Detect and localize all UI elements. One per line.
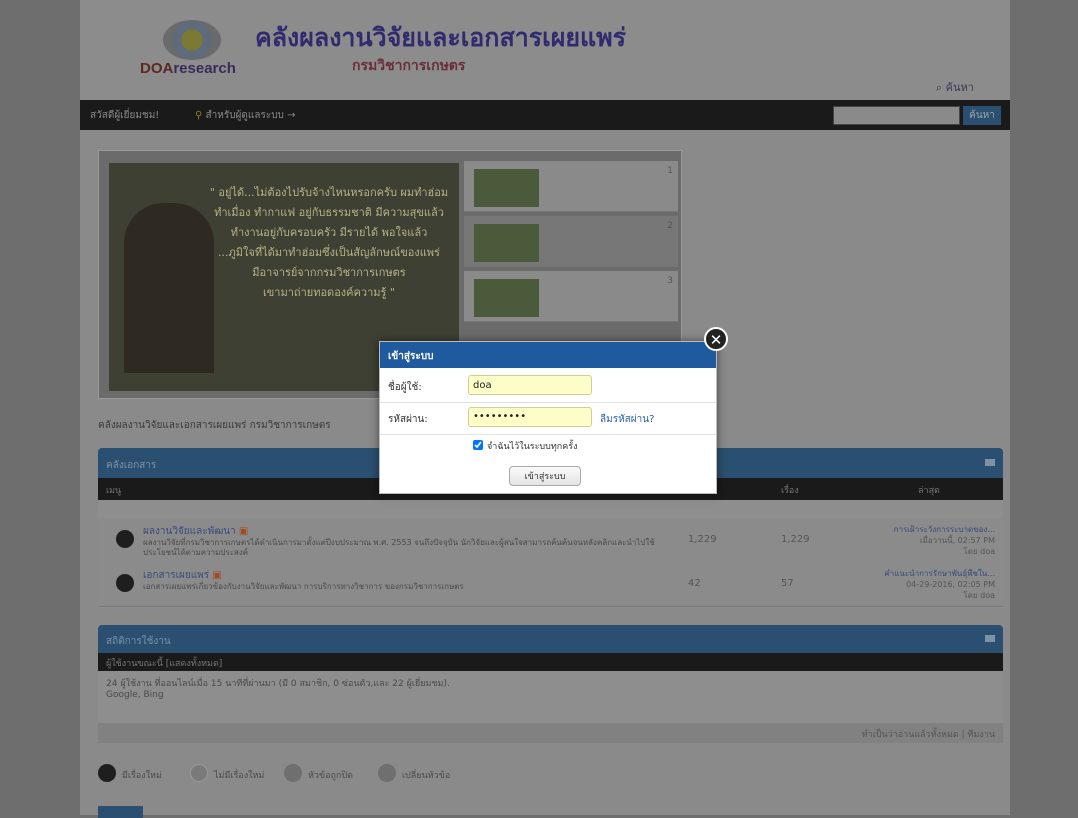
last-post-author[interactable]: โดย doa bbox=[894, 546, 995, 557]
last-post: การเฝ้าระวังการระบาดของ... เมื่อวานนี้, … bbox=[894, 524, 995, 557]
password-label: รหัสผ่าน: bbox=[388, 414, 428, 425]
online-title-bar: ผู้ใช้งานขณะนี้ [แสดงทั้งหมด] bbox=[98, 653, 1003, 671]
search-icon: ⌕ bbox=[936, 81, 946, 94]
thumb-number: 2 bbox=[667, 221, 673, 231]
category-row: เอกสารเผยแพร่ ▣ เอกสารเผยแพร่เกี่ยวข้องก… bbox=[98, 562, 1003, 607]
rss-icon[interactable]: ▣ bbox=[212, 570, 221, 581]
category-title[interactable]: ผลงานวิจัยและพัฒนา ▣ bbox=[143, 524, 248, 539]
logo-text-suffix: research bbox=[173, 60, 236, 77]
thumb-image bbox=[474, 169, 539, 207]
online-count: 24 ผู้ใช้งาน ที่ออนไลน์เมื่อ 15 นาทีที่ผ… bbox=[106, 679, 450, 689]
thumb-number: 3 bbox=[667, 276, 673, 286]
online-bots: Google, Bing bbox=[106, 690, 164, 700]
key-icon: ⚲ bbox=[195, 110, 206, 121]
thumb-image bbox=[474, 224, 539, 262]
farmer-photo bbox=[124, 203, 214, 373]
slide-quote-line: ...ภูมิใจที่ได้มาทำฮ่อมซึ่งเป็นสัญลักษณ์… bbox=[218, 246, 440, 259]
username-row: ชื่อผู้ใช้: bbox=[380, 370, 716, 403]
slide-quote-line: ทำงานอยู่กับครอบครัว มีรายได้ พอใจแล้ว bbox=[230, 226, 428, 239]
category-title-text: ผลงานวิจัยและพัฒนา bbox=[143, 526, 236, 537]
legend-label: หัวข้อถูกปิด bbox=[308, 771, 353, 781]
site-banner: DOAresearch คลังผลงานวิจัยและเอกสารเผยแพ… bbox=[80, 0, 1010, 100]
password-row: รหัสผ่าน: ••••••••• ลืมรหัสผ่าน? bbox=[380, 402, 716, 435]
post-count: 1,229 bbox=[781, 534, 810, 545]
nav-search-input[interactable] bbox=[833, 106, 960, 125]
last-post-date: เมื่อวานนี้, 02:57 PM bbox=[919, 536, 995, 545]
locked-icon bbox=[284, 764, 302, 782]
legend-label: มีเรื่องใหม่ bbox=[122, 771, 162, 781]
last-post-title[interactable]: คำแนะนำการรักษาพันธุ์พืชใน... bbox=[884, 568, 995, 579]
category-title[interactable]: เอกสารเผยแพร่ ▣ bbox=[143, 568, 222, 583]
logo-text-prefix: DOA bbox=[140, 60, 174, 77]
last-post-author[interactable]: โดย doa bbox=[884, 590, 995, 601]
nav-welcome: สวัสดีผู้เยี่ยมชม! bbox=[90, 110, 160, 121]
slide-quote-line: มีอาจารย์จากกรมวิชาการเกษตร bbox=[252, 266, 406, 279]
nav-admin-label: สำหรับผู้ดูแลระบบ → bbox=[205, 110, 296, 121]
slide-quote-line: เขามาถ่ายทอดองค์ความรู้ " bbox=[263, 286, 395, 299]
category-header-title: คลังเอกสาร bbox=[106, 460, 157, 471]
site-subtitle: กรมวิชาการเกษตร bbox=[352, 58, 466, 74]
online-info: 24 ผู้ใช้งาน ที่ออนไลน์เมื่อ 15 นาทีที่ผ… bbox=[106, 679, 450, 701]
col-name: เมนู bbox=[106, 486, 122, 496]
no-new-posts-icon bbox=[190, 764, 208, 782]
password-field[interactable]: ••••••••• bbox=[468, 407, 592, 427]
stats-header: สถิติการใช้งาน bbox=[98, 625, 1003, 653]
thread-count: 1,229 bbox=[688, 534, 717, 545]
new-posts-icon bbox=[98, 764, 116, 782]
top-search-label: ค้นหา bbox=[945, 81, 974, 94]
slider-thumb[interactable]: 3 bbox=[464, 271, 678, 322]
logo-text[interactable]: DOAresearch bbox=[140, 60, 236, 77]
online-title[interactable]: ผู้ใช้งานขณะนี้ [แสดงทั้งหมด] bbox=[106, 656, 222, 670]
remember-checkbox[interactable] bbox=[473, 440, 483, 450]
thread-count: 42 bbox=[688, 578, 701, 589]
post-count: 57 bbox=[781, 578, 794, 589]
login-modal-header: เข้าสู่ระบบ bbox=[380, 342, 716, 368]
legend-label: เปลี่ยนหัวข้อ bbox=[402, 771, 451, 781]
category-desc: ผลงานวิจัยที่กรมวิชาการเกษตรได้ดำเนินการ… bbox=[143, 538, 655, 557]
doa-logo-icon[interactable] bbox=[163, 20, 221, 60]
remember-me[interactable]: จำฉันไว้ในระบบทุกครั้ง bbox=[473, 439, 577, 453]
stats-header-title: สถิติการใช้งาน bbox=[106, 636, 171, 647]
category-row: ผลงานวิจัยและพัฒนา ▣ ผลงานวิจัยที่กรมวิช… bbox=[98, 518, 1003, 563]
nav-search-button[interactable]: ค้นหา bbox=[963, 106, 1001, 125]
slide-quote-line: " อยู่ได้...ไม่ต้องไปรับจ้างไหนหรอกครับ … bbox=[209, 186, 449, 199]
login-modal: เข้าสู่ระบบ ชื่อผู้ใช้: รหัสผ่าน: ••••••… bbox=[379, 341, 717, 494]
stats-footer: ทำเป็นว่าอ่านแล้วทั้งหมด | ทีมงาน bbox=[98, 723, 1003, 743]
legend-label: ไม่มีเรื่องใหม่ bbox=[214, 771, 265, 781]
footer-links[interactable]: ทำเป็นว่าอ่านแล้วทั้งหมด | ทีมงาน bbox=[862, 727, 995, 741]
last-post-title[interactable]: การเฝ้าระวังการระบาดของ... bbox=[894, 524, 995, 535]
collapse-icon[interactable] bbox=[985, 459, 995, 466]
bottom-button[interactable] bbox=[98, 806, 143, 818]
site-title: คลังผลงานวิจัยและเอกสารเผยแพร่ bbox=[255, 23, 627, 52]
category-desc: เอกสารเผยแพร่เกี่ยวข้องกับงานวิจัยและพัฒ… bbox=[143, 582, 464, 591]
last-post: คำแนะนำการรักษาพันธุ์พืชใน... 04-29-2016… bbox=[884, 568, 995, 601]
top-search-link[interactable]: ⌕ ค้นหา bbox=[936, 78, 974, 96]
username-field[interactable] bbox=[468, 375, 592, 395]
slide-quote-line: ทำเมื่อง ทำกาแฟ อยู่กับธรรมชาติ มีความสุ… bbox=[214, 206, 444, 219]
thumb-image bbox=[474, 279, 539, 317]
thumb-number: 1 bbox=[667, 166, 673, 176]
moved-icon bbox=[378, 764, 396, 782]
col-posts: เรื่อง bbox=[781, 486, 799, 496]
rss-icon[interactable]: ▣ bbox=[239, 526, 248, 537]
close-icon[interactable]: ✕ bbox=[704, 327, 728, 351]
slider-thumb[interactable]: 2 bbox=[464, 216, 678, 267]
collapse-icon[interactable] bbox=[985, 635, 995, 642]
col-last: ล่าสุด bbox=[918, 486, 940, 496]
navbar: สวัสดีผู้เยี่ยมชม! ⚲ สำหรับผู้ดูแลระบบ →… bbox=[80, 100, 1010, 130]
stats-box: สถิติการใช้งาน ผู้ใช้งานขณะนี้ [แสดงทั้ง… bbox=[98, 625, 1003, 743]
last-post-date: 04-29-2016, 02:05 PM bbox=[906, 580, 995, 589]
login-modal-title: เข้าสู่ระบบ bbox=[388, 351, 434, 362]
nav-admin-link[interactable]: ⚲ สำหรับผู้ดูแลระบบ → bbox=[195, 108, 295, 123]
breadcrumb[interactable]: คลังผลงานวิจัยและเอกสารเผยแพร่ กรมวิชากา… bbox=[98, 418, 331, 433]
slider-thumb[interactable]: 1 bbox=[464, 161, 678, 212]
remember-label: จำฉันไว้ในระบบทุกครั้ง bbox=[487, 442, 578, 452]
forum-status-icon bbox=[116, 530, 134, 548]
forgot-password-link[interactable]: ลืมรหัสผ่าน? bbox=[600, 412, 654, 427]
forum-status-icon bbox=[116, 574, 134, 592]
category-title-text: เอกสารเผยแพร่ bbox=[143, 570, 210, 581]
slide-quote: " อยู่ได้...ไม่ต้องไปรับจ้างไหนหรอกครับ … bbox=[204, 183, 454, 303]
username-label: ชื่อผู้ใช้: bbox=[388, 382, 422, 393]
login-submit-button[interactable]: เข้าสู่ระบบ bbox=[509, 466, 581, 486]
